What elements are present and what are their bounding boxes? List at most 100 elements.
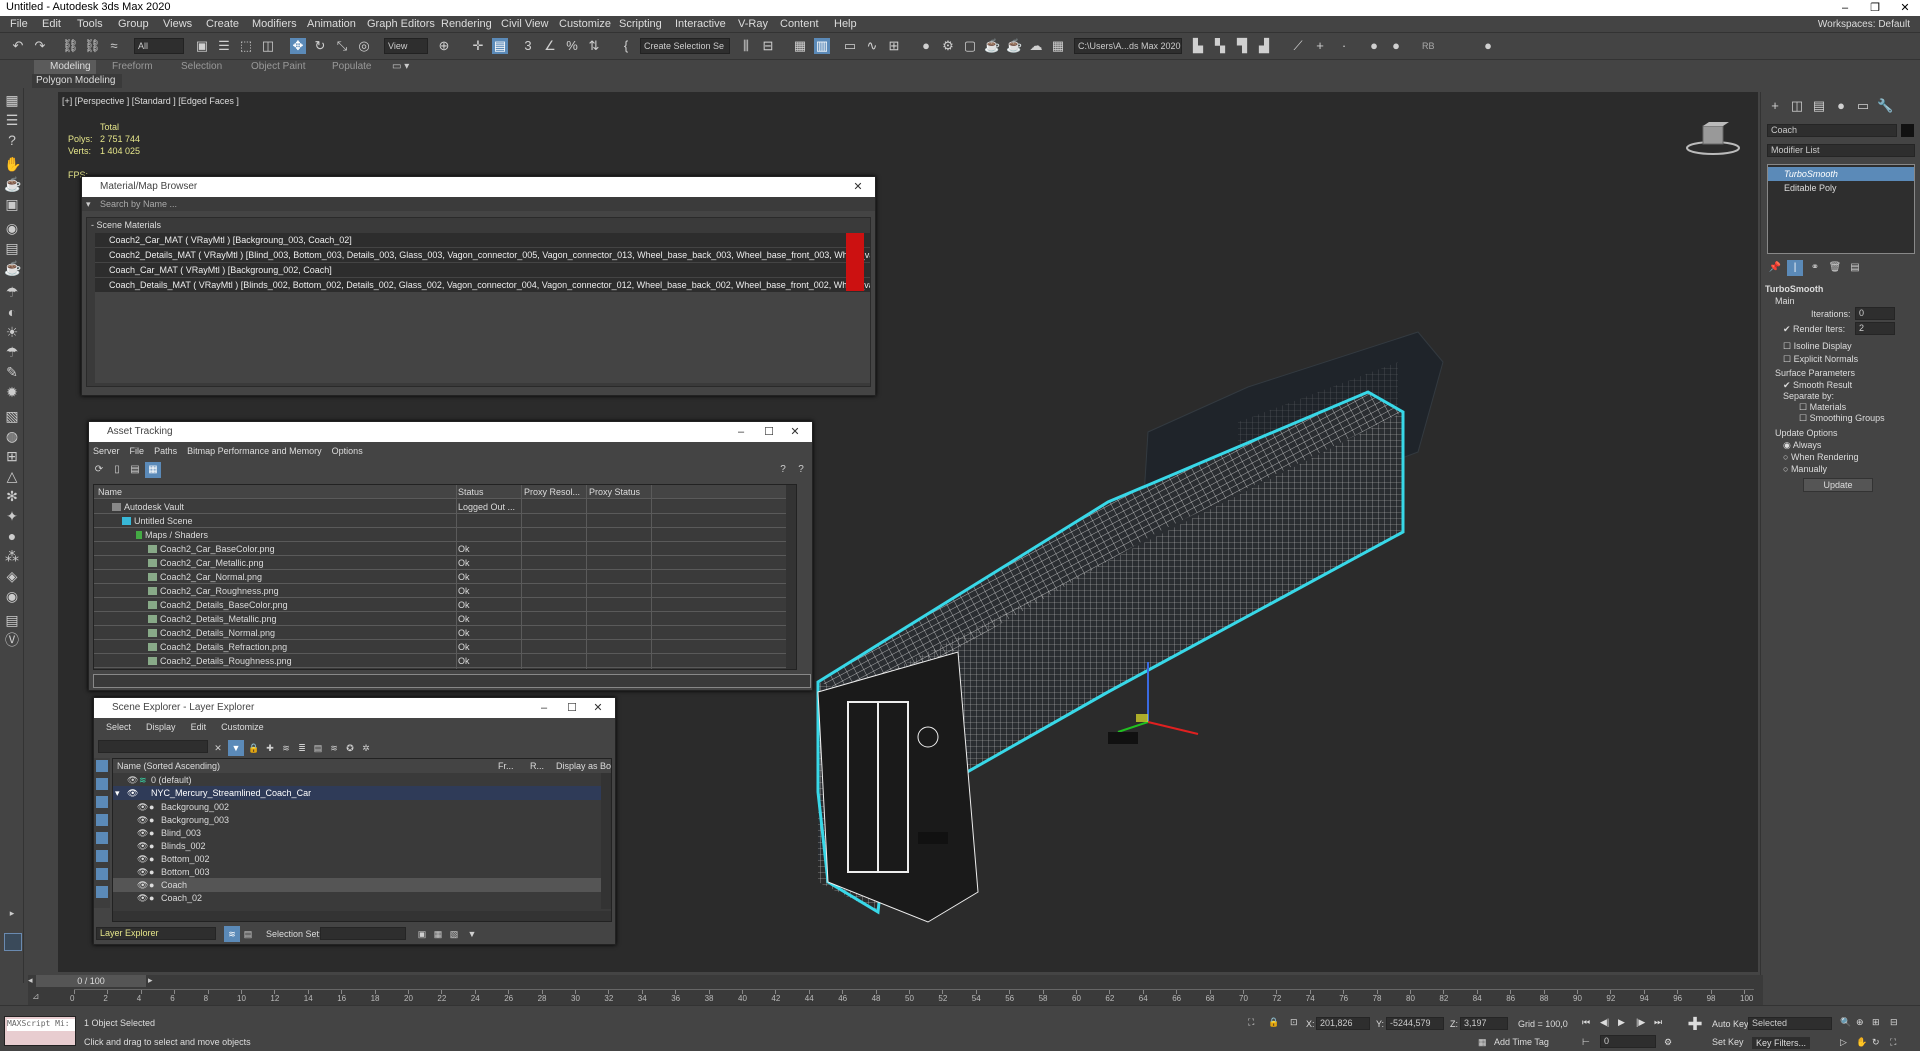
visibility-eye-icon[interactable]: 👁 xyxy=(137,813,148,827)
scene-explorer-side-icon[interactable]: ▦ xyxy=(4,92,20,108)
object-row[interactable]: 👁 ● Backgroung_003 xyxy=(113,813,611,827)
angle-snap-icon[interactable]: ∠ xyxy=(542,38,558,54)
vray-interactive-icon[interactable]: ▟ xyxy=(1256,38,1272,54)
material-item[interactable]: Coach_Car_MAT ( VRayMtl ) [Backgroung_00… xyxy=(95,263,870,277)
scene-menu-select[interactable]: Select xyxy=(106,722,131,732)
maximize-viewport-icon[interactable]: ⛶ xyxy=(1890,1037,1896,1048)
pan-icon[interactable]: ✋ xyxy=(1856,1037,1867,1048)
layers-stack-icon[interactable]: ≋ xyxy=(278,740,294,756)
align-icon[interactable]: ⊟ xyxy=(760,38,776,54)
tab-selection[interactable]: Selection xyxy=(181,61,222,72)
workspace-selector[interactable]: Workspaces: Default xyxy=(1818,19,1910,30)
col-status[interactable]: Status xyxy=(458,485,484,498)
display-cameras-icon[interactable] xyxy=(96,832,108,844)
maxscript-input[interactable]: MAXScript Mi: xyxy=(7,1019,75,1031)
smoothing-groups-checkbox[interactable]: ☐ Smoothing Groups xyxy=(1799,413,1885,424)
render-cloud-icon[interactable]: ☁ xyxy=(1028,38,1044,54)
motion-tab-icon[interactable]: ● xyxy=(1833,98,1849,114)
menu-content[interactable]: Content xyxy=(780,18,819,30)
render-in-cloud-icon[interactable]: ▦ xyxy=(1050,38,1066,54)
go-to-end-icon[interactable]: ⏭ xyxy=(1654,1017,1662,1028)
set-keys-icon[interactable]: ✚ xyxy=(1684,1014,1706,1036)
material-item[interactable]: Coach2_Car_MAT ( VRayMtl ) [Backgroung_0… xyxy=(95,233,870,247)
col-proxy-resolution[interactable]: Proxy Resol... xyxy=(524,485,580,498)
set-key-button[interactable]: Set Key xyxy=(1712,1037,1744,1047)
menu-create[interactable]: Create xyxy=(206,18,239,30)
selection-filter-dropdown[interactable]: All xyxy=(134,38,184,54)
close-button[interactable]: ✕ xyxy=(1890,0,1920,16)
time-slider-left-icon[interactable]: ◂ xyxy=(28,975,33,986)
display-geometry-icon[interactable] xyxy=(96,778,108,790)
update-button[interactable]: Update xyxy=(1803,478,1873,492)
hand-side-icon[interactable]: ✋ xyxy=(4,156,21,172)
expand-arrow-icon[interactable]: ▾ xyxy=(115,786,120,800)
table-side-icon[interactable]: ▤ xyxy=(4,612,20,628)
fov-icon[interactable]: ▷ xyxy=(1840,1037,1847,1048)
table-view-icon[interactable]: ▦ xyxy=(145,462,161,478)
layer-row-selected[interactable]: ▾ 👁 NYC_Mercury_Streamlined_Coach_Car xyxy=(113,786,611,800)
particles-side-icon[interactable]: ⁂ xyxy=(4,548,20,564)
explorer-type-dropdown[interactable]: Layer Explorer xyxy=(96,927,216,940)
toggle-ribbon-icon[interactable]: ▭ xyxy=(842,38,858,54)
asset-maximize-button[interactable]: ☐ xyxy=(756,422,782,442)
fur-side-icon[interactable]: ✦ xyxy=(4,508,20,524)
sun-side-icon[interactable]: ☀ xyxy=(4,324,20,340)
sphere-side-icon[interactable]: ● xyxy=(4,528,20,544)
scene-explorer-icon[interactable]: ▦ xyxy=(792,38,808,54)
vray-side-icon[interactable]: Ⓥ xyxy=(4,632,20,648)
material-item[interactable]: Coach2_Details_MAT ( VRayMtl ) [Blind_00… xyxy=(95,248,870,262)
reference-coordinate-dropdown[interactable]: View xyxy=(384,38,428,54)
material-search-input[interactable]: Search by Name ... xyxy=(82,197,875,211)
table-row[interactable]: Maps / Shaders xyxy=(94,528,796,542)
clear-search-icon[interactable]: ✕ xyxy=(210,740,226,756)
helper-side-icon[interactable]: ☕ xyxy=(4,260,21,276)
window-crossing-icon[interactable]: ◫ xyxy=(260,38,276,54)
project-path-dropdown[interactable]: C:\Users\A...ds Max 2020 xyxy=(1074,38,1182,54)
play-icon[interactable]: ▶ xyxy=(1618,1017,1625,1028)
redo-icon[interactable]: ↷ xyxy=(32,38,48,54)
table-row[interactable]: Autodesk Vault Logged Out ... xyxy=(94,500,796,514)
menu-file[interactable]: File xyxy=(10,18,28,30)
material-item[interactable]: Coach_Details_MAT ( VRayMtl ) [Blinds_00… xyxy=(95,278,870,292)
hierarchy-tab-icon[interactable]: ▤ xyxy=(1811,98,1827,114)
visibility-eye-icon[interactable]: 👁 xyxy=(127,786,138,800)
asset-close-button[interactable]: ✕ xyxy=(782,422,808,442)
selection-lock-icon[interactable]: 🔒 xyxy=(1268,1017,1279,1028)
layer-options-icon[interactable]: ✲ xyxy=(358,740,374,756)
sun2-side-icon[interactable]: ✹ xyxy=(4,384,20,400)
table-row[interactable]: Coach2_Car_BaseColor.png Ok xyxy=(94,542,796,556)
select-move-icon[interactable]: ✥ xyxy=(290,38,306,54)
add-time-tag[interactable]: Add Time Tag xyxy=(1494,1037,1549,1047)
maxscript-listener[interactable]: MAXScript Mi: xyxy=(4,1016,76,1046)
absolute-mode-icon[interactable]: ⊡ xyxy=(1290,1017,1298,1028)
scene-close-button[interactable]: ✕ xyxy=(585,698,611,718)
asset-menu-file[interactable]: File xyxy=(130,446,145,456)
expand-side-icon[interactable]: ▸ xyxy=(4,905,20,921)
visibility-eye-icon[interactable]: 👁 xyxy=(127,773,138,787)
menu-graph-editors[interactable]: Graph Editors xyxy=(367,18,435,30)
refresh-icon[interactable]: ⟳ xyxy=(91,462,107,478)
visibility-eye-icon[interactable]: 👁 xyxy=(137,865,148,879)
pin-stack-icon[interactable]: 📌 xyxy=(1767,260,1783,276)
rect-selection-icon[interactable]: ⬚ xyxy=(238,38,254,54)
scene-minimize-button[interactable]: – xyxy=(531,698,557,718)
object-row[interactable]: 👁 ● Bottom_002 xyxy=(113,852,611,866)
menu-rendering[interactable]: Rendering xyxy=(441,18,492,30)
render-iters-checkbox[interactable]: ✔ Render Iters: xyxy=(1783,324,1845,335)
modifier-list-dropdown[interactable]: Modifier List xyxy=(1767,144,1915,157)
render-iters-spinner[interactable]: 2 xyxy=(1855,322,1895,335)
scene-maximize-button[interactable]: ☐ xyxy=(559,698,585,718)
about-icon[interactable]: ? xyxy=(793,462,809,478)
selection-set-dropdown[interactable] xyxy=(320,927,406,940)
menu-help[interactable]: Help xyxy=(834,18,857,30)
visibility-eye-icon[interactable]: 👁 xyxy=(137,878,148,892)
fx-side-icon[interactable]: ◈ xyxy=(4,568,20,584)
tab-object-paint[interactable]: Object Paint xyxy=(251,61,305,72)
tab-populate[interactable]: Populate xyxy=(332,61,371,72)
asset-table-scrollbar[interactable] xyxy=(786,485,796,669)
visibility-eye-icon[interactable]: 👁 xyxy=(137,891,148,905)
vray-mesh-icon[interactable]: ● xyxy=(1366,38,1382,54)
menu-scripting[interactable]: Scripting xyxy=(619,18,662,30)
maximize-button[interactable]: ❐ xyxy=(1860,0,1890,16)
snaps-toggle-icon[interactable]: 3 xyxy=(520,38,536,54)
